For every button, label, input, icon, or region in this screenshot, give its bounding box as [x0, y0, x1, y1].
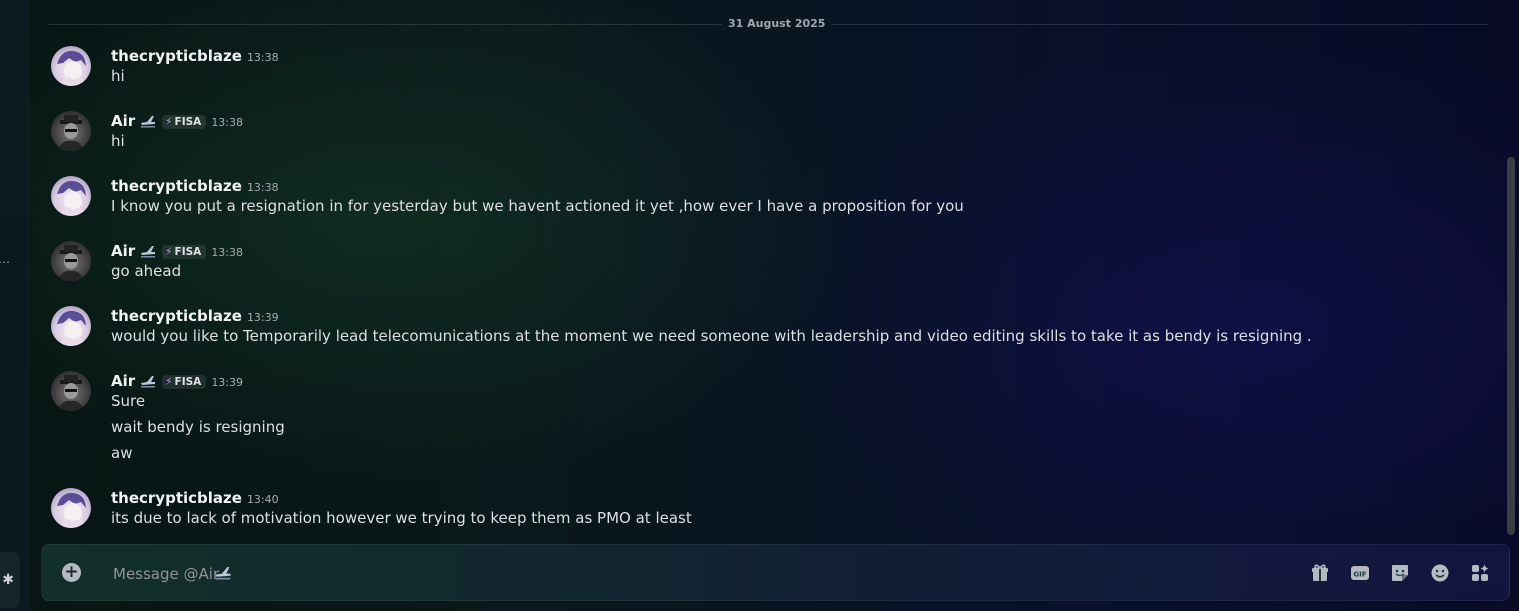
airplane-icon: [140, 113, 156, 132]
overflow-indicator: …: [0, 252, 10, 266]
timestamp: 13:38: [246, 181, 279, 194]
timestamp: 13:39: [211, 376, 244, 389]
timestamp: 13:38: [211, 116, 244, 129]
timestamp: 13:39: [246, 311, 279, 324]
upload-button[interactable]: +: [62, 563, 81, 582]
username[interactable]: thecrypticblaze: [111, 47, 242, 65]
message-composer: + GIF: [41, 544, 1510, 601]
username[interactable]: thecrypticblaze: [111, 307, 242, 325]
scrollbar-thumb[interactable]: [1507, 157, 1515, 535]
message-text: aw: [111, 444, 133, 462]
server-tag[interactable]: ⚡ FISA: [162, 245, 207, 259]
tag-label: FISA: [174, 116, 202, 128]
message-text: hi: [111, 67, 125, 85]
username[interactable]: Air: [111, 112, 135, 130]
sticker-icon[interactable]: [1390, 563, 1410, 583]
airplane-icon: [140, 243, 156, 262]
server-tag[interactable]: ⚡ FISA: [162, 375, 207, 389]
username[interactable]: thecrypticblaze: [111, 177, 242, 195]
message-text: would you like to Temporarily lead telec…: [111, 327, 1312, 345]
date-divider-label: 31 August 2025: [722, 17, 832, 30]
settings-icon: ✱: [2, 572, 14, 588]
tag-label: FISA: [174, 246, 202, 258]
username[interactable]: Air: [111, 372, 135, 390]
tag-label: FISA: [174, 376, 202, 388]
lightning-icon: ⚡: [165, 376, 173, 388]
message-text: its due to lack of motivation however we…: [111, 509, 692, 527]
message-text: wait bendy is resigning: [111, 418, 285, 436]
message-text: go ahead: [111, 262, 182, 280]
gift-icon[interactable]: [1310, 563, 1330, 583]
airplane-icon: [140, 373, 156, 392]
message-text: Sure: [111, 392, 146, 410]
avatar[interactable]: [51, 488, 91, 528]
avatar[interactable]: [51, 46, 91, 86]
lightning-icon: ⚡: [165, 116, 173, 128]
message-input[interactable]: [111, 560, 1265, 588]
avatar[interactable]: [51, 111, 91, 151]
gif-icon[interactable]: GIF: [1350, 563, 1370, 583]
server-tag[interactable]: ⚡ FISA: [162, 115, 207, 129]
timestamp: 13:38: [246, 51, 279, 64]
avatar[interactable]: [51, 241, 91, 281]
avatar[interactable]: [51, 176, 91, 216]
message-text: I know you put a resignation in for yest…: [111, 197, 964, 215]
plus-icon: +: [64, 562, 79, 582]
apps-icon[interactable]: [1470, 563, 1490, 583]
timestamp: 13:38: [211, 246, 244, 259]
airplane-icon: [214, 565, 232, 584]
username[interactable]: Air: [111, 242, 135, 260]
avatar[interactable]: [51, 371, 91, 411]
left-panel-button[interactable]: ✱: [0, 552, 20, 608]
avatar[interactable]: [51, 306, 91, 346]
timestamp: 13:40: [246, 493, 279, 506]
svg-text:GIF: GIF: [1353, 571, 1366, 579]
emoji-icon[interactable]: [1430, 563, 1450, 583]
lightning-icon: ⚡: [165, 246, 173, 258]
username[interactable]: thecrypticblaze: [111, 489, 242, 507]
message-text: hi: [111, 132, 125, 150]
left-panel-edge: [0, 0, 29, 611]
